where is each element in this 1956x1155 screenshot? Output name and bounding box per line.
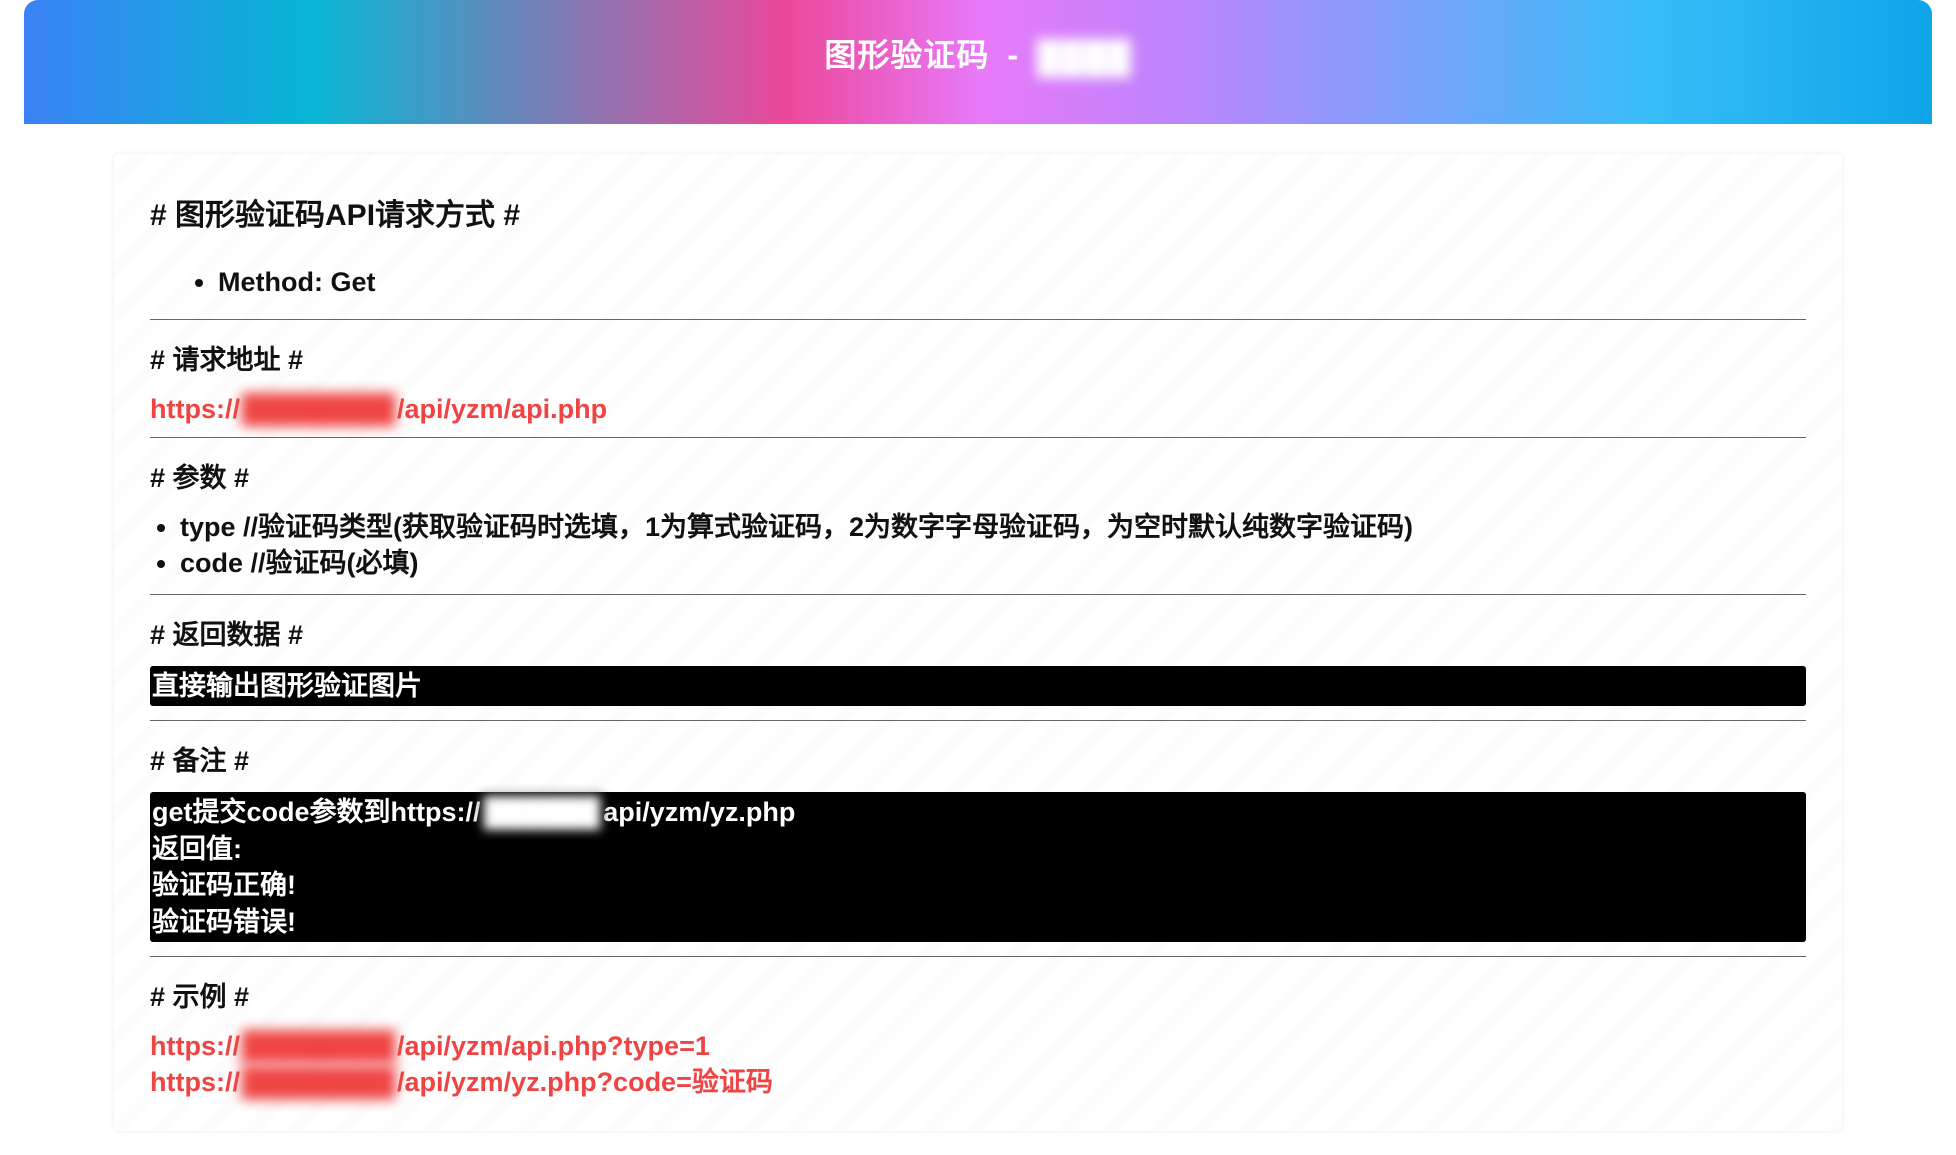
params-list: type //验证码类型(获取验证码时选填，1为算式验证码，2为数字字母验证码，…	[150, 509, 1806, 582]
page-title: 图形验证码 - ████	[24, 30, 1932, 76]
remark-body: get提交code参数到https://██████api/yzm/yz.php…	[150, 792, 1806, 942]
page-header: 图形验证码 - ████	[24, 0, 1932, 124]
example-link-1[interactable]: https://████████/api/yzm/api.php?type=1	[150, 1028, 1806, 1064]
url-blurred: ████████	[240, 391, 397, 427]
content-card: # 图形验证码API请求方式 # Method: Get # 请求地址 # ht…	[114, 154, 1842, 1131]
section-request-method: # 图形验证码API请求方式 # Method: Get	[150, 190, 1806, 320]
param-item-code: code //验证码(必填)	[180, 545, 1806, 581]
url-suffix: /api/yzm/api.php	[397, 394, 607, 424]
example-link-2[interactable]: https://████████/api/yzm/yz.php?code=验证码	[150, 1064, 1806, 1100]
heading-params: # 参数 #	[150, 456, 1806, 495]
section-return-data: # 返回数据 # 直接输出图形验证图片	[150, 613, 1806, 721]
heading-request-method: # 图形验证码API请求方式 #	[150, 190, 1806, 234]
return-data-text: 直接输出图形验证图片	[152, 668, 1804, 704]
method-item: Method: Get	[218, 262, 1806, 303]
section-request-url: # 请求地址 # https://████████/api/yzm/api.ph…	[150, 338, 1806, 438]
title-left: 图形验证码	[824, 37, 989, 73]
url-prefix: https://	[150, 394, 240, 424]
section-remark: # 备注 # get提交code参数到https://██████api/yzm…	[150, 739, 1806, 957]
remark-line3: 验证码正确!	[152, 867, 1804, 903]
heading-request-url: # 请求地址 #	[150, 338, 1806, 377]
heading-return-data: # 返回数据 #	[150, 613, 1806, 652]
remark-line1: get提交code参数到https://██████api/yzm/yz.php	[152, 794, 1804, 830]
request-url-link[interactable]: https://████████/api/yzm/api.php	[150, 391, 1806, 427]
title-right-blurred: ████	[1037, 39, 1132, 76]
heading-remark: # 备注 #	[150, 739, 1806, 778]
section-params: # 参数 # type //验证码类型(获取验证码时选填，1为算式验证码，2为数…	[150, 456, 1806, 595]
title-separator: -	[1007, 37, 1019, 73]
param-item-type: type //验证码类型(获取验证码时选填，1为算式验证码，2为数字字母验证码，…	[180, 509, 1806, 545]
method-list: Method: Get	[150, 262, 1806, 303]
heading-example: # 示例 #	[150, 975, 1806, 1014]
return-data-body: 直接输出图形验证图片	[150, 666, 1806, 706]
remark-line2: 返回值:	[152, 831, 1804, 867]
remark-line4: 验证码错误!	[152, 904, 1804, 940]
section-example: # 示例 # https://████████/api/yzm/api.php?…	[150, 975, 1806, 1111]
